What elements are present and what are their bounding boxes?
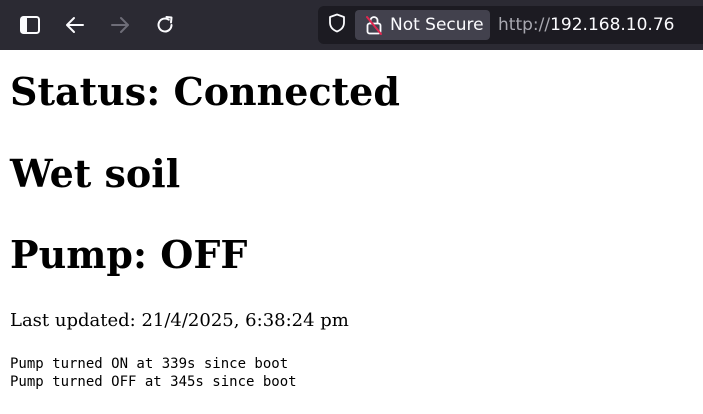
url-text[interactable]: http://192.168.10.76 — [498, 15, 674, 35]
tracking-protection-button[interactable] — [326, 13, 348, 38]
insecure-lock-icon — [364, 14, 384, 36]
connection-status-heading: Status: Connected — [10, 69, 400, 114]
not-secure-label: Not Secure — [390, 15, 484, 35]
browser-toolbar: Not Secure http://192.168.10.76 — [0, 0, 703, 50]
pump-status-heading: Pump: OFF — [10, 232, 248, 277]
forward-button[interactable] — [105, 10, 135, 40]
soil-moisture-heading: Wet soil — [10, 151, 181, 196]
address-bar[interactable]: Not Secure http://192.168.10.76 — [318, 6, 703, 44]
url-protocol: http:// — [498, 15, 551, 35]
arrow-left-icon — [65, 16, 85, 34]
reload-icon — [155, 15, 175, 35]
log-line: Pump turned OFF at 345s since boot — [10, 374, 297, 390]
sidebar-toggle-icon — [20, 16, 40, 34]
log-line: Pump turned ON at 339s since boot — [10, 356, 289, 372]
site-security-button[interactable]: Not Secure — [355, 10, 490, 40]
event-log: Pump turned ON at 339s since boot Pump t… — [10, 355, 297, 391]
arrow-right-icon — [110, 16, 130, 34]
last-updated-text: Last updated: 21/4/2025, 6:38:24 pm — [10, 310, 349, 331]
sidebar-toggle-button[interactable] — [15, 10, 45, 40]
back-button[interactable] — [60, 10, 90, 40]
url-host: 192.168.10.76 — [550, 15, 675, 35]
reload-button[interactable] — [150, 10, 180, 40]
shield-icon — [328, 13, 346, 38]
